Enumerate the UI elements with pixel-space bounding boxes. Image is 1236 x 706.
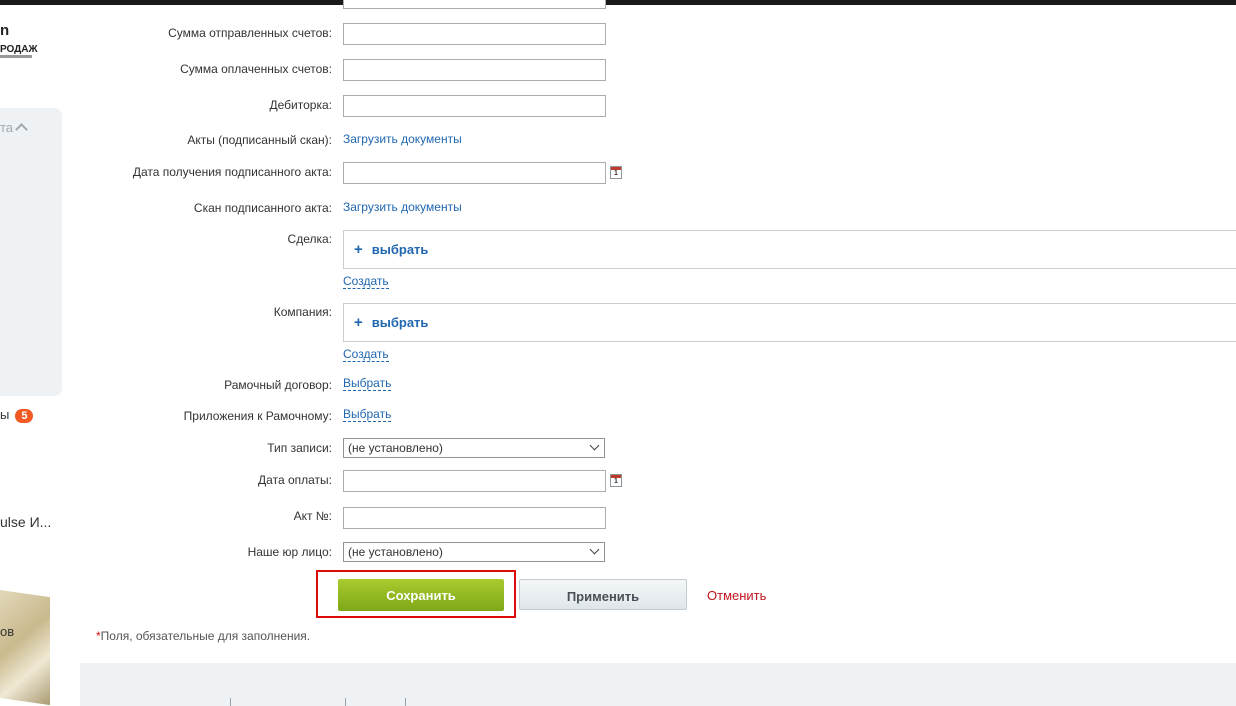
chevron-down-icon xyxy=(589,544,600,555)
sidebar-section-label: та xyxy=(0,120,14,135)
deal-create-link[interactable]: Создать xyxy=(343,274,389,289)
logo-subtitle: РОДАЖ xyxy=(0,44,38,55)
save-button[interactable]: Сохранить xyxy=(338,579,504,611)
paid-invoices-label: Сумма оплаченных счетов: xyxy=(180,62,332,76)
sent-invoices-input[interactable] xyxy=(343,23,606,45)
record-type-label: Тип записи: xyxy=(267,441,332,455)
plus-icon: + xyxy=(354,314,363,331)
promo-image xyxy=(0,588,50,706)
required-note-text: Поля, обязательные для заполнения. xyxy=(100,629,311,643)
sidebar-item-pulse[interactable]: ulse И... xyxy=(0,514,51,530)
footer-separator xyxy=(405,698,406,706)
deal-choose-button[interactable]: + выбрать xyxy=(354,241,428,258)
company-label: Компания: xyxy=(273,305,332,319)
payment-date-label: Дата оплаты: xyxy=(258,473,332,487)
sidebar-item-counter[interactable]: ы5 xyxy=(0,407,34,423)
acts-scan-upload-link[interactable]: Загрузить документы xyxy=(343,132,462,146)
deal-choose-label: выбрать xyxy=(371,242,429,257)
cancel-link[interactable]: Отменить xyxy=(707,588,766,603)
sidebar: n РОДАЖ та ы5 ulse И... ов xyxy=(0,5,80,706)
legal-entity-select[interactable]: (не установлено) xyxy=(343,542,605,562)
sent-invoices-label: Сумма отправленных счетов: xyxy=(168,26,332,40)
required-fields-note: *Поля, обязательные для заполнения. xyxy=(96,629,310,643)
deal-chooser[interactable]: + выбрать xyxy=(343,230,1236,269)
counter-badge: 5 xyxy=(15,409,34,423)
act-scan-upload-link[interactable]: Загрузить документы xyxy=(343,200,462,214)
company-choose-button[interactable]: + выбрать xyxy=(354,314,428,331)
calendar-icon[interactable]: 1 xyxy=(610,166,622,179)
chevron-up-icon xyxy=(15,123,28,136)
legal-entity-value: (не установлено) xyxy=(348,545,443,559)
calendar-icon[interactable]: 1 xyxy=(610,474,622,487)
record-type-select[interactable]: (не установлено) xyxy=(343,438,605,458)
legal-entity-label: Наше юр лицо: xyxy=(247,545,332,559)
company-choose-label: выбрать xyxy=(371,315,429,330)
company-chooser[interactable]: + выбрать xyxy=(343,303,1236,342)
framework-appendix-link[interactable]: Выбрать xyxy=(343,407,392,422)
plus-icon: + xyxy=(354,241,363,258)
cut-off-input[interactable] xyxy=(343,0,606,9)
sidebar-menu-panel xyxy=(0,108,62,396)
logo-tagline xyxy=(0,55,32,58)
framework-appendix-label: Приложения к Рамочному: xyxy=(183,409,332,423)
acts-scan-label: Акты (подписанный скан): xyxy=(187,133,332,147)
record-type-value: (не установлено) xyxy=(348,441,443,455)
logo-text: n xyxy=(0,22,10,39)
sidebar-section-toggle[interactable]: та xyxy=(0,120,28,136)
footer-separator xyxy=(345,698,346,706)
receivables-label: Дебиторка: xyxy=(269,98,332,112)
act-received-date-label: Дата получения подписанного акта: xyxy=(132,165,332,179)
apply-button[interactable]: Применить xyxy=(519,579,687,610)
act-number-input[interactable] xyxy=(343,507,606,529)
act-received-date-input[interactable] xyxy=(343,162,606,184)
chevron-down-icon xyxy=(589,440,600,451)
form-panel: Сумма отправленных счетов: Сумма оплачен… xyxy=(80,0,1236,663)
company-create-link[interactable]: Создать xyxy=(343,347,389,362)
payment-date-input[interactable] xyxy=(343,470,606,492)
sidebar-item-label: ы xyxy=(0,407,10,422)
framework-contract-link[interactable]: Выбрать xyxy=(343,376,392,391)
framework-contract-label: Рамочный договор: xyxy=(224,378,332,392)
act-number-label: Акт №: xyxy=(293,509,332,523)
act-scan-label: Скан подписанного акта: xyxy=(193,201,332,215)
footer-separator xyxy=(230,698,231,706)
promo-label[interactable]: ов xyxy=(0,624,14,639)
paid-invoices-input[interactable] xyxy=(343,59,606,81)
deal-label: Сделка: xyxy=(287,232,332,246)
receivables-input[interactable] xyxy=(343,95,606,117)
